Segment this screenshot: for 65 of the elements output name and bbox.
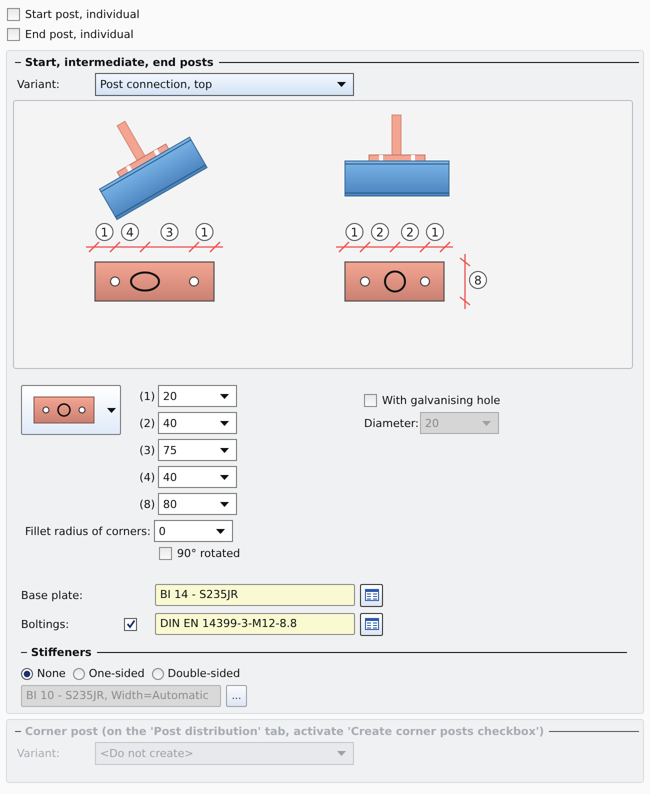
field-label: Variant: [17,78,61,91]
fillet-dropdown[interactable]: 0 [154,520,233,542]
field-label: Diameter: [364,416,420,430]
caret-icon [220,394,229,398]
caret-icon [107,408,116,412]
text-field[interactable]: BI 14 - S235JR [155,584,355,606]
text-field[interactable]: DIN EN 14399-3-M12-8.8 [155,613,355,635]
catalog-button[interactable] [360,612,383,636]
caret-icon [220,502,229,506]
variant-dropdown[interactable]: Post connection, top [95,73,354,96]
group-title: Stiffeners [31,646,92,658]
dimension-callout: 4 [121,223,139,241]
checkbox[interactable] [364,394,377,407]
dimension-callout: 1 [346,223,364,241]
radio-button[interactable] [152,668,164,680]
checkbox[interactable] [124,618,137,630]
field-label: Base plate: [21,588,84,602]
group-title: Corner post (on the 'Post distribution' tab, activate 'Create corner posts checkbox') [25,724,544,738]
checkbox-label: Start post, individual [25,8,140,20]
browse-button[interactable]: ... [226,685,247,707]
checkbox[interactable] [159,547,172,560]
checkbox[interactable] [7,28,20,40]
caret-icon [337,82,346,87]
field-label: Variant: [17,747,61,760]
caret-icon [337,751,346,756]
checkbox-label: 90° rotated [177,547,240,560]
dimension-callout: 2 [401,223,419,241]
caret-icon [220,448,229,452]
checkbox[interactable] [7,8,20,20]
base-plate-icon [33,396,95,424]
dimension-callout: 1 [96,223,114,241]
dimension-label: (4) [138,470,155,484]
table-icon [364,589,378,601]
dimension-label: (2) [138,416,155,430]
field-label: Fillet radius of corners: [25,524,152,538]
checkbox-label: End post, individual [25,28,134,40]
dimension-callout: 3 [160,223,178,241]
dimension-label: (1) [138,390,155,402]
dimension-dropdown[interactable]: 40 [158,412,237,434]
dimension-callout: 1 [196,223,214,241]
table-icon [364,618,378,630]
radio-button[interactable] [72,668,85,680]
checkbox-label: With galvanising hole [382,394,500,407]
dimension-callout: 8 [469,271,487,289]
group-title: Start, intermediate, end posts [25,56,214,68]
plate-shape-dropdown[interactable] [21,385,121,435]
caret-icon [220,420,229,426]
catalog-button[interactable] [360,584,383,606]
dimension-line [460,254,470,309]
radio-label: One-sided [88,667,145,680]
dimension-dropdown[interactable]: 80 [158,493,237,515]
field-label: Boltings: [21,618,70,630]
dimension-dropdown[interactable]: 20 [158,385,237,407]
dimension-dropdown[interactable]: 75 [158,439,237,461]
dimension-label: (8) [138,498,155,510]
dimension-label: (3) [138,444,155,456]
caret-icon [220,474,229,480]
radio-label: Double-sided [168,667,240,680]
dimension-dropdown[interactable]: 40 [158,466,237,488]
caret-icon [216,528,225,534]
dimension-callout: 1 [426,223,444,241]
radio-label: None [37,667,66,680]
dimension-callout: 2 [371,223,389,241]
caret-icon [482,420,491,426]
radio-button[interactable] [21,668,33,680]
